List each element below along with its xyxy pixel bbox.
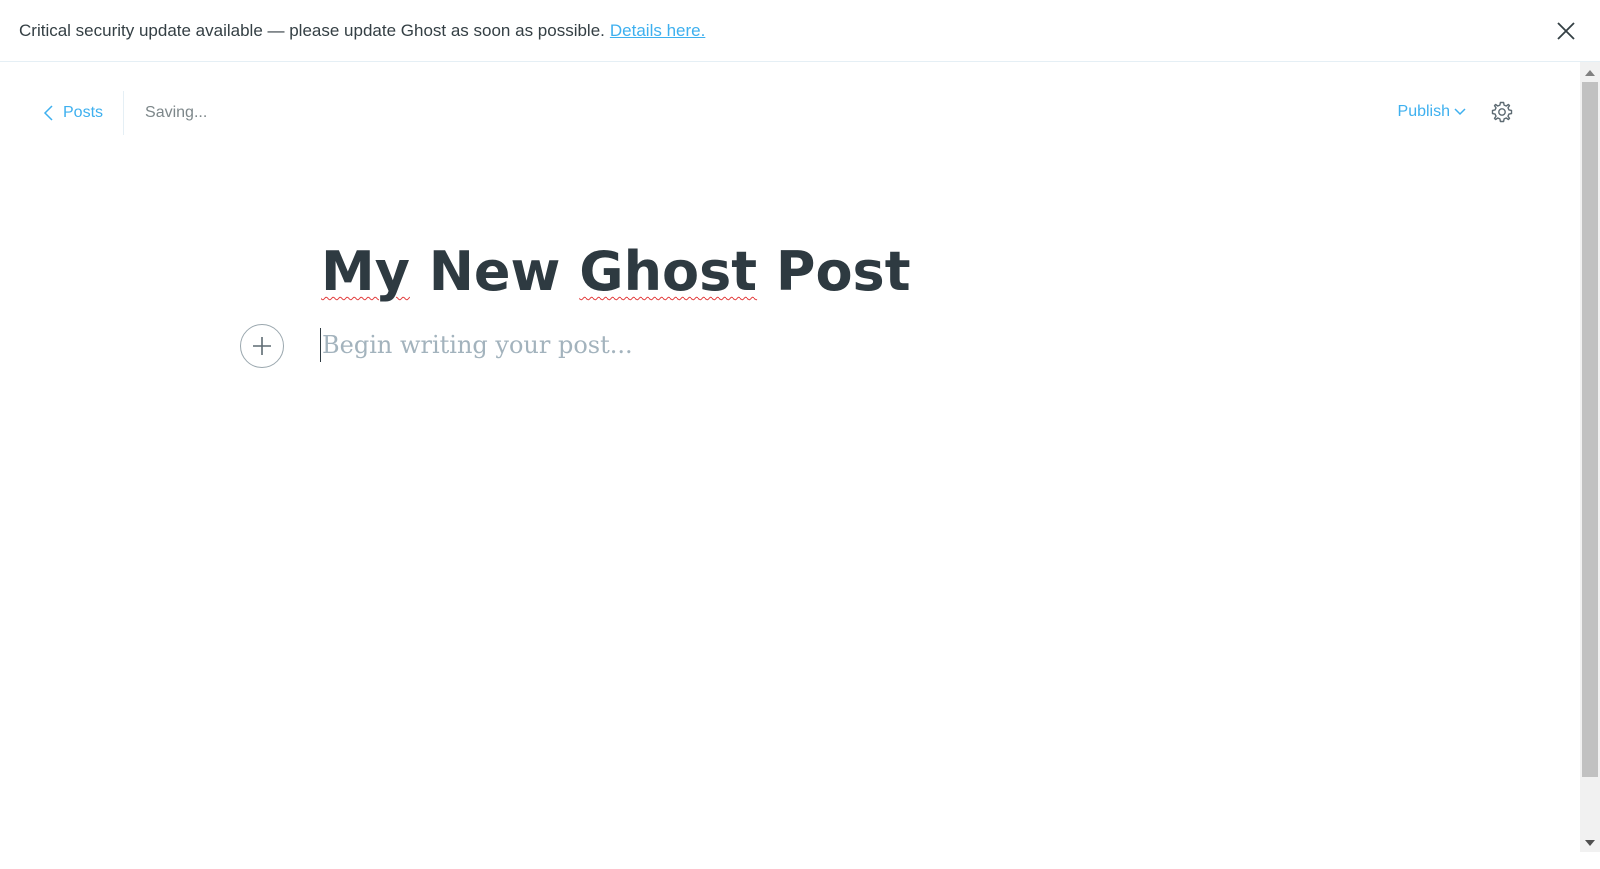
title-word-misspelled: My	[321, 240, 410, 303]
security-alert-banner: Critical security update available — ple…	[0, 0, 1600, 62]
scroll-up-arrow-icon[interactable]	[1585, 70, 1595, 76]
chevron-left-icon	[43, 105, 53, 121]
title-word: Post	[757, 240, 911, 303]
vertical-scrollbar[interactable]	[1580, 62, 1600, 852]
title-word: New	[409, 240, 580, 303]
scrollbar-thumb[interactable]	[1582, 82, 1598, 777]
back-to-posts-link[interactable]: Posts	[42, 90, 123, 136]
post-title[interactable]: My New Ghost Post	[321, 240, 911, 303]
save-status: Saving...	[145, 104, 208, 121]
publish-menu-button[interactable]: Publish	[1398, 103, 1466, 121]
plus-icon	[253, 337, 271, 355]
post-editor: Posts Saving... Publish My New Ghost Pos…	[0, 62, 1568, 869]
header-divider	[123, 91, 125, 135]
add-card-button[interactable]	[240, 324, 284, 368]
chevron-down-icon	[1454, 108, 1466, 116]
publish-label: Publish	[1397, 103, 1450, 120]
back-link-label: Posts	[63, 104, 104, 121]
title-word-misspelled: Ghost	[579, 240, 758, 303]
post-body-editor[interactable]: Begin writing your post...	[320, 328, 633, 362]
editor-header-right: Publish	[1398, 100, 1514, 124]
alert-message: Critical security update available — ple…	[19, 21, 705, 41]
gear-icon[interactable]	[1490, 100, 1514, 124]
scroll-down-arrow-icon[interactable]	[1585, 840, 1595, 846]
editor-header-left: Posts Saving...	[42, 90, 207, 136]
alert-message-text: Critical security update available — ple…	[19, 20, 605, 40]
alert-details-link[interactable]: Details here.	[610, 21, 705, 40]
close-icon[interactable]	[1554, 19, 1578, 43]
